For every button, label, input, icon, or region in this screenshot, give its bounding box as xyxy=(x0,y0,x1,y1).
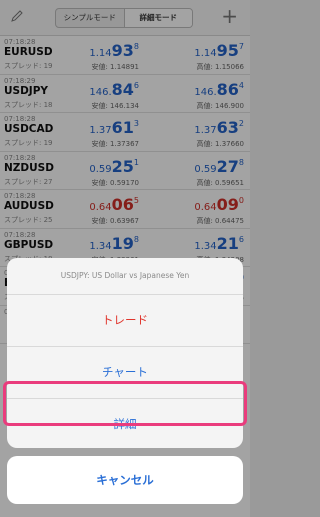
action-sheet-title: USDJPY: US Dollar vs Japanese Yen xyxy=(7,258,243,295)
trade-button[interactable]: トレード xyxy=(7,295,243,347)
details-highlight-frame xyxy=(3,381,247,426)
cancel-button[interactable]: キャンセル xyxy=(7,456,243,504)
